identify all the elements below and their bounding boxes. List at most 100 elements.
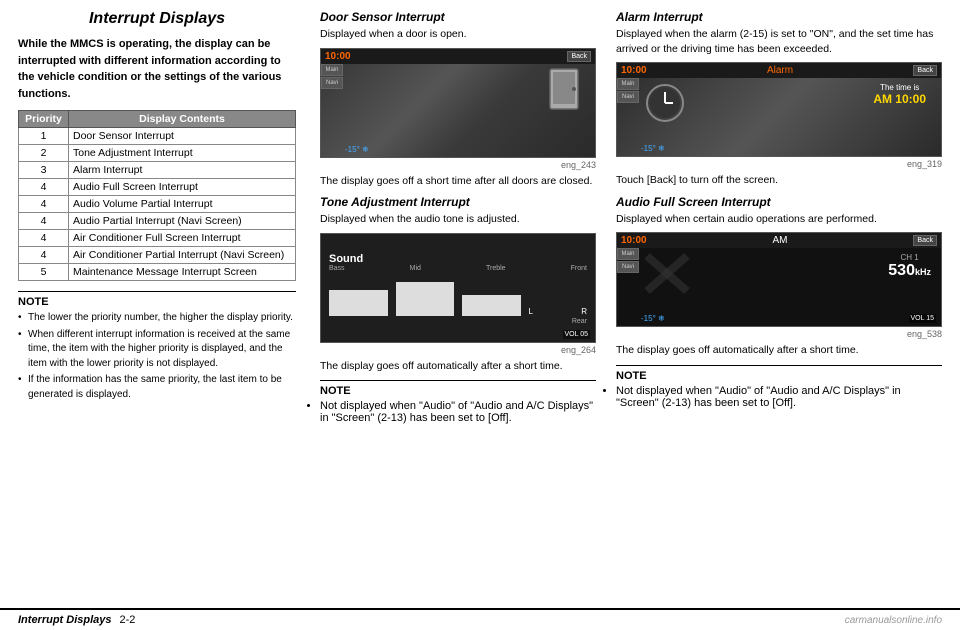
treble-label: Treble (486, 265, 506, 272)
table-row: 4 Audio Volume Partial Interrupt (19, 196, 296, 213)
alarm-label: Alarm (767, 65, 793, 76)
content-cell: Alarm Interrupt (69, 162, 296, 179)
main-nav: Main (617, 248, 639, 260)
priority-cell: 1 (19, 128, 69, 145)
priority-cell: 4 (19, 179, 69, 196)
clock-icon (645, 83, 685, 123)
priority-cell: 4 (19, 196, 69, 213)
bass-label: Bass (329, 265, 345, 272)
sound-label: Sound (321, 249, 363, 265)
alarm-topbar: 10:00 Alarm Back (617, 63, 941, 78)
audio-note-title: NOTE (616, 370, 942, 382)
left-note-box: NOTE The lower the priority number, the … (18, 291, 296, 402)
freq-unit: kHz (915, 267, 931, 277)
alarm-sidenav: Main Navi (617, 78, 639, 103)
footer-section-label: Interrupt Displays (18, 614, 112, 626)
right-column: Alarm Interrupt Displayed when the alarm… (608, 10, 942, 598)
ch-label: CH 1 (888, 253, 931, 262)
radio-display: CH 1 530kHz (888, 253, 931, 280)
car-screen-tone: Sound Bass Mid Treble Front L R (321, 234, 595, 342)
priority-cell: 4 (19, 213, 69, 230)
audio-screen-image: 10:00 AM Back Main Navi CH 1 530kHz (616, 232, 942, 327)
screen-temp: -15° ❄ (345, 145, 369, 154)
content-cell: Tone Adjustment Interrupt (69, 145, 296, 162)
car-screen-door: 10:00 Back Main Navi -15° ❄ (321, 49, 595, 157)
door-section-desc: Displayed when a door is open. (320, 27, 596, 42)
audio-topbar: 10:00 AM Back (617, 233, 941, 248)
l-label: L (529, 307, 533, 316)
volume-display: VOL 05 (563, 330, 590, 339)
priority-table: Priority Display Contents 1 Door Sensor … (18, 110, 296, 281)
tone-section-title: Tone Adjustment Interrupt (320, 195, 596, 209)
content-cell: Audio Volume Partial Interrupt (69, 196, 296, 213)
tone-after-text: The display goes off automatically after… (320, 359, 596, 374)
footer-watermark: carmanualsonline.info (845, 615, 942, 626)
main-nav: Main (321, 64, 343, 76)
door-img-caption: eng_243 (320, 160, 596, 170)
content-cell: Audio Partial Interrupt (Navi Screen) (69, 213, 296, 230)
priority-cell: 4 (19, 230, 69, 247)
list-item: The lower the priority number, the highe… (18, 311, 296, 326)
audio-section-title: Audio Full Screen Interrupt (616, 195, 942, 209)
navi-nav: Navi (321, 77, 343, 89)
table-row: 4 Audio Partial Interrupt (Navi Screen) (19, 213, 296, 230)
r-label: R (581, 307, 587, 316)
screen-topbar: 10:00 Back (321, 49, 595, 64)
audio-vol: VOL 15 (909, 314, 936, 323)
door-after-text: The display goes off a short time after … (320, 174, 596, 189)
front-label: Front (571, 265, 587, 272)
treble-bar (462, 295, 521, 316)
tone-note-list: Not displayed when "Audio" of "Audio and… (320, 400, 596, 424)
list-item: When different interrupt information is … (18, 328, 296, 372)
priority-cell: 5 (19, 264, 69, 281)
alarm-back-btn: Back (913, 65, 937, 76)
audio-back-btn: Back (913, 235, 937, 246)
tone-img-caption: eng_264 (320, 345, 596, 355)
content-cell: Air Conditioner Partial Interrupt (Navi … (69, 247, 296, 264)
table-row: 4 Audio Full Screen Interrupt (19, 179, 296, 196)
alarm-screen-image: 10:00 Alarm Back Main Navi The time is A… (616, 62, 942, 157)
alarm-img-caption: eng_319 (616, 159, 942, 169)
content-cell: Door Sensor Interrupt (69, 128, 296, 145)
priority-cell: 3 (19, 162, 69, 179)
audio-note-box: NOTE Not displayed when "Audio" of "Audi… (616, 365, 942, 409)
audio-img-caption: eng_538 (616, 329, 942, 339)
content-area: Interrupt Displays While the MMCS is ope… (0, 0, 960, 608)
priority-cell: 4 (19, 247, 69, 264)
audio-note-list: Not displayed when "Audio" of "Audio and… (616, 385, 942, 409)
col-contents-header: Display Contents (69, 111, 296, 128)
audio-time: 10:00 (621, 235, 647, 246)
eq-bars-container: L R (321, 274, 595, 316)
alarm-temp: -15° ❄ (641, 144, 665, 153)
content-cell: Maintenance Message Interrupt Screen (69, 264, 296, 281)
col-priority-header: Priority (19, 111, 69, 128)
mid-label: Mid (410, 265, 421, 272)
screen-sidenav: Main Navi (321, 64, 343, 90)
table-row: 4 Air Conditioner Partial Interrupt (Nav… (19, 247, 296, 264)
main-nav: Main (617, 78, 639, 90)
alarm-section-title: Alarm Interrupt (616, 10, 942, 24)
table-row: 3 Alarm Interrupt (19, 162, 296, 179)
content-cell: Audio Full Screen Interrupt (69, 179, 296, 196)
door-section-title: Door Sensor Interrupt (320, 10, 596, 24)
car-screen-audio: 10:00 AM Back Main Navi CH 1 530kHz (617, 233, 941, 326)
rear-label: Rear (564, 316, 595, 327)
am-label: AM (773, 235, 788, 246)
tone-screen-image: Sound Bass Mid Treble Front L R (320, 233, 596, 343)
table-row: 4 Air Conditioner Full Screen Interrupt (19, 230, 296, 247)
page: Interrupt Displays While the MMCS is ope… (0, 0, 960, 630)
mid-bar (396, 282, 455, 316)
audio-temp: -15° ❄ (641, 314, 665, 323)
left-note-list: The lower the priority number, the highe… (18, 311, 296, 402)
left-column: Interrupt Displays While the MMCS is ope… (18, 10, 308, 598)
eq-labels: Bass Mid Treble Front (321, 265, 595, 272)
navi-nav: Navi (617, 91, 639, 103)
footer-page-number: 2-2 (120, 614, 136, 626)
content-cell: Air Conditioner Full Screen Interrupt (69, 230, 296, 247)
tone-section-desc: Displayed when the audio tone is adjuste… (320, 212, 596, 227)
alarm-after-text: Touch [Back] to turn off the screen. (616, 173, 942, 188)
page-title: Interrupt Displays (18, 10, 296, 28)
door-screen-image: 10:00 Back Main Navi -15° ❄ (320, 48, 596, 158)
left-note-title: NOTE (18, 296, 296, 308)
alarm-time-display: The time is AM 10:00 (873, 83, 926, 106)
